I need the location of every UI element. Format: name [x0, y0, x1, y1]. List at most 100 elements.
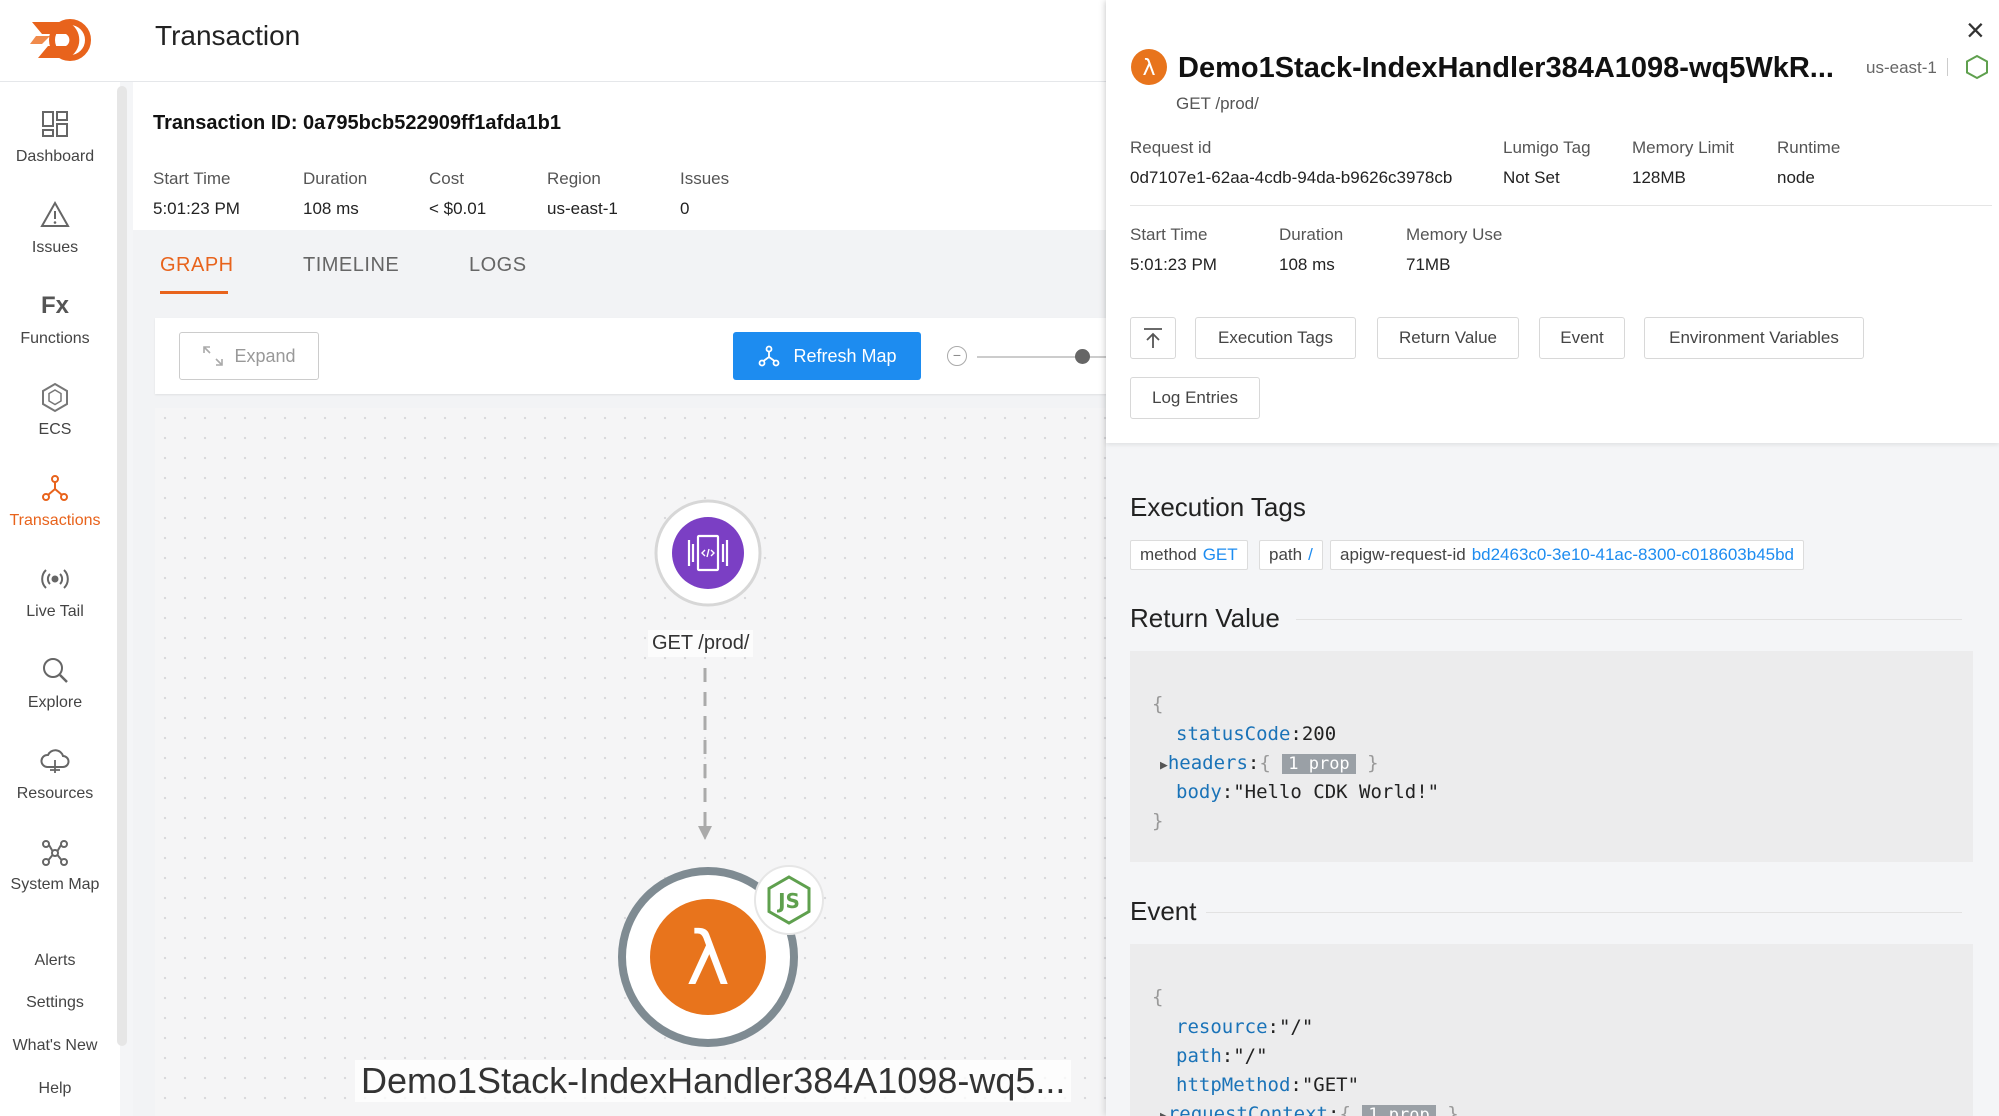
expand-button[interactable]: Expand — [179, 332, 319, 380]
sidebar-item-label: Resources — [16, 785, 94, 802]
sidebar-item-label: ECS — [38, 421, 72, 438]
meta-issues: Issues 0 — [680, 169, 730, 218]
meta-start-time: Start Time 5:01:23 PM — [153, 169, 240, 218]
sidebar-item-issues[interactable]: Issues — [0, 199, 110, 257]
tab-graph[interactable]: GRAPH — [160, 254, 234, 277]
tab-timeline[interactable]: TIMELINE — [303, 254, 399, 277]
sidebar-item-label: Dashboard — [15, 148, 95, 165]
detail-request-id: Request id 0d7107e1-62aa-4cdb-94da-b9626c… — [1130, 138, 1453, 187]
active-tab-indicator — [160, 291, 228, 294]
detail-memory-limit: Memory Limit 128MB — [1632, 138, 1735, 187]
cloud-icon — [40, 749, 70, 773]
nodejs-icon — [1966, 54, 1988, 80]
scroll-to-top-icon — [1144, 328, 1162, 348]
dashboard-icon — [42, 111, 68, 137]
lambda-icon: λ — [686, 916, 730, 1002]
lambda-node-label: Demo1Stack-IndexHandler384A1098-wq5... — [355, 1060, 1072, 1102]
tabs-area: GRAPH TIMELINE LOGS Expand Refresh Map − — [133, 230, 1137, 1116]
sidebar-link-help[interactable]: Help — [0, 1080, 110, 1098]
return-value-title: Return Value — [1130, 603, 1280, 633]
sidebar: Dashboard Issues Fx Functions ECS Transa… — [0, 82, 120, 1116]
tag-path: path / — [1259, 540, 1323, 570]
search-icon — [43, 658, 68, 683]
close-icon[interactable]: × — [1966, 14, 1985, 46]
sidebar-item-system-map[interactable]: System Map — [0, 836, 110, 894]
sidebar-item-label: Explore — [27, 694, 83, 711]
graph-toolbar: Expand Refresh Map − — [155, 318, 1137, 394]
sidebar-link-settings[interactable]: Settings — [0, 994, 110, 1012]
sidebar-item-transactions[interactable]: Transactions — [0, 472, 110, 530]
nodejs-badge-icon: JS — [754, 865, 824, 935]
lumigo-logo[interactable] — [28, 14, 98, 66]
sidebar-link-whats-new[interactable]: What's New — [0, 1037, 110, 1055]
environment-variables-button[interactable]: Environment Variables — [1644, 317, 1864, 359]
tab-logs[interactable]: LOGS — [469, 254, 527, 277]
sidebar-item-ecs[interactable]: ECS — [0, 381, 110, 439]
zoom-slider-handle[interactable] — [1075, 349, 1090, 364]
api-gateway-node[interactable] — [653, 498, 763, 608]
sidebar-item-resources[interactable]: Resources — [0, 745, 110, 803]
function-details-drawer: × λ Demo1Stack-IndexHandler384A1098-wq5W… — [1106, 0, 1999, 1116]
detail-duration: Duration 108 ms — [1279, 225, 1344, 274]
expand-label: Expand — [234, 345, 296, 366]
event-title: Event — [1130, 896, 1197, 926]
sidebar-item-label: Live Tail — [26, 603, 84, 620]
transactions-icon — [42, 475, 68, 501]
return-value-button[interactable]: Return Value — [1377, 317, 1519, 359]
js-badge-text: JS — [776, 889, 800, 913]
sidebar-link-alerts[interactable]: Alerts — [0, 952, 110, 970]
section-rule — [1206, 912, 1962, 913]
svg-text:λ: λ — [1142, 56, 1155, 81]
refresh-map-label: Refresh Map — [793, 345, 897, 366]
function-subtitle: GET /prod/ — [1176, 94, 1259, 113]
sidebar-item-label: Issues — [31, 239, 79, 256]
sidebar-item-explore[interactable]: Explore — [0, 654, 110, 712]
sidebar-item-label: System Map — [10, 876, 100, 893]
graph-canvas[interactable]: GET /prod/ λ JS Demo1Stack-IndexHandler3… — [155, 408, 1115, 1116]
sidebar-scrollbar[interactable] — [117, 86, 127, 1046]
tag-method: method GET — [1130, 540, 1248, 570]
detail-memory-use: Memory Use 71MB — [1406, 225, 1503, 274]
ecs-icon — [42, 382, 68, 413]
header-divider — [1947, 58, 1948, 76]
log-entries-button[interactable]: Log Entries — [1130, 377, 1260, 419]
meta-region: Region us-east-1 — [547, 169, 618, 218]
sidebar-item-label: Transactions — [9, 512, 101, 529]
execution-tags-title: Execution Tags — [1130, 492, 1306, 522]
sidebar-item-dashboard[interactable]: Dashboard — [0, 108, 110, 166]
lambda-function-icon: λ — [1131, 49, 1167, 85]
function-region: us-east-1 — [1866, 58, 1937, 77]
scroll-top-button[interactable] — [1130, 317, 1176, 359]
expand-arrow-icon: ▶ — [1160, 758, 1168, 773]
transaction-panel: Transaction ID: 0a795bcb522909ff1afda1b1… — [133, 82, 1137, 1116]
meta-duration: Duration 108 ms — [303, 169, 368, 218]
sidebar-item-functions[interactable]: Fx Functions — [0, 290, 110, 348]
drawer-header: × λ Demo1Stack-IndexHandler384A1098-wq5W… — [1106, 0, 1999, 443]
function-title: Demo1Stack-IndexHandler384A1098-wq5WkR..… — [1178, 52, 1834, 84]
execution-tags-button[interactable]: Execution Tags — [1195, 317, 1356, 359]
fx-icon: Fx — [40, 292, 69, 319]
sidebar-item-label: Functions — [20, 330, 90, 347]
meta-cost: Cost < $0.01 — [429, 169, 487, 218]
broadcast-icon — [41, 569, 69, 589]
transaction-id: Transaction ID: 0a795bcb522909ff1afda1b1 — [153, 112, 561, 134]
zoom-out-button[interactable]: − — [947, 346, 967, 366]
page-title: Transaction — [155, 20, 301, 51]
event-json: { resource:"/" path:"/" httpMethod:"GET"… — [1130, 944, 1973, 1116]
event-button[interactable]: Event — [1539, 317, 1625, 359]
return-value-json: { statusCode:200 ▶headers:{ 1 prop } bod… — [1130, 651, 1973, 862]
refresh-map-button[interactable]: Refresh Map — [733, 332, 921, 380]
details-divider — [1130, 205, 1992, 206]
map-icon — [759, 345, 780, 367]
detail-lumigo-tag: Lumigo Tag Not Set — [1503, 138, 1591, 187]
api-node-label: GET /prod/ — [648, 630, 754, 657]
system-map-icon — [42, 840, 68, 866]
expand-icon — [203, 346, 224, 366]
detail-start-time: Start Time 5:01:23 PM — [1130, 225, 1217, 274]
tag-apigw-request-id: apigw-request-id bd2463c0-3e10-41ac-8300-… — [1330, 540, 1805, 570]
detail-runtime: Runtime node — [1777, 138, 1841, 187]
section-rule — [1296, 619, 1962, 620]
connector-arrow — [698, 668, 712, 840]
sidebar-item-live-tail[interactable]: Live Tail — [0, 563, 110, 621]
warning-icon — [40, 200, 70, 227]
